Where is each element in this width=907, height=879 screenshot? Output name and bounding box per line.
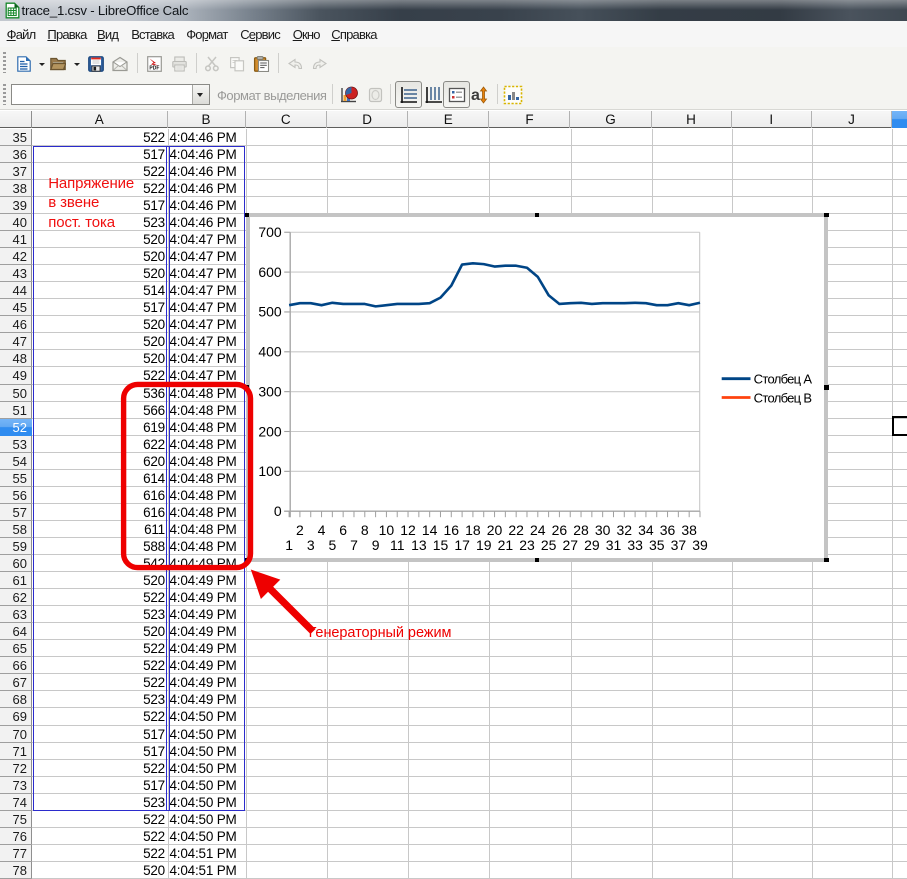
svg-text:Столбец B: Столбец B — [753, 391, 811, 406]
svg-text:Столбец A: Столбец A — [753, 372, 812, 387]
svg-text:400: 400 — [258, 344, 282, 360]
svg-text:500: 500 — [258, 304, 282, 320]
svg-text:30: 30 — [595, 522, 611, 538]
svg-text:24: 24 — [530, 522, 546, 538]
svg-text:35: 35 — [649, 537, 665, 553]
svg-text:22: 22 — [508, 522, 524, 538]
svg-text:28: 28 — [573, 522, 589, 538]
svg-text:27: 27 — [562, 537, 578, 553]
svg-text:38: 38 — [681, 522, 697, 538]
svg-text:33: 33 — [627, 537, 643, 553]
svg-text:36: 36 — [660, 522, 676, 538]
svg-text:25: 25 — [541, 537, 557, 553]
svg-text:700: 700 — [258, 224, 282, 240]
svg-text:21: 21 — [497, 537, 513, 553]
svg-text:a: a — [471, 87, 480, 104]
svg-text:29: 29 — [584, 537, 600, 553]
svg-text:32: 32 — [616, 522, 632, 538]
svg-text:34: 34 — [638, 522, 654, 538]
svg-text:31: 31 — [605, 537, 621, 553]
svg-text:20: 20 — [487, 522, 503, 538]
svg-text:37: 37 — [670, 537, 686, 553]
svg-text:39: 39 — [692, 537, 708, 553]
svg-text:600: 600 — [258, 264, 282, 280]
svg-text:23: 23 — [519, 537, 535, 553]
svg-text:26: 26 — [551, 522, 567, 538]
svg-text:PDF: PDF — [149, 66, 159, 72]
